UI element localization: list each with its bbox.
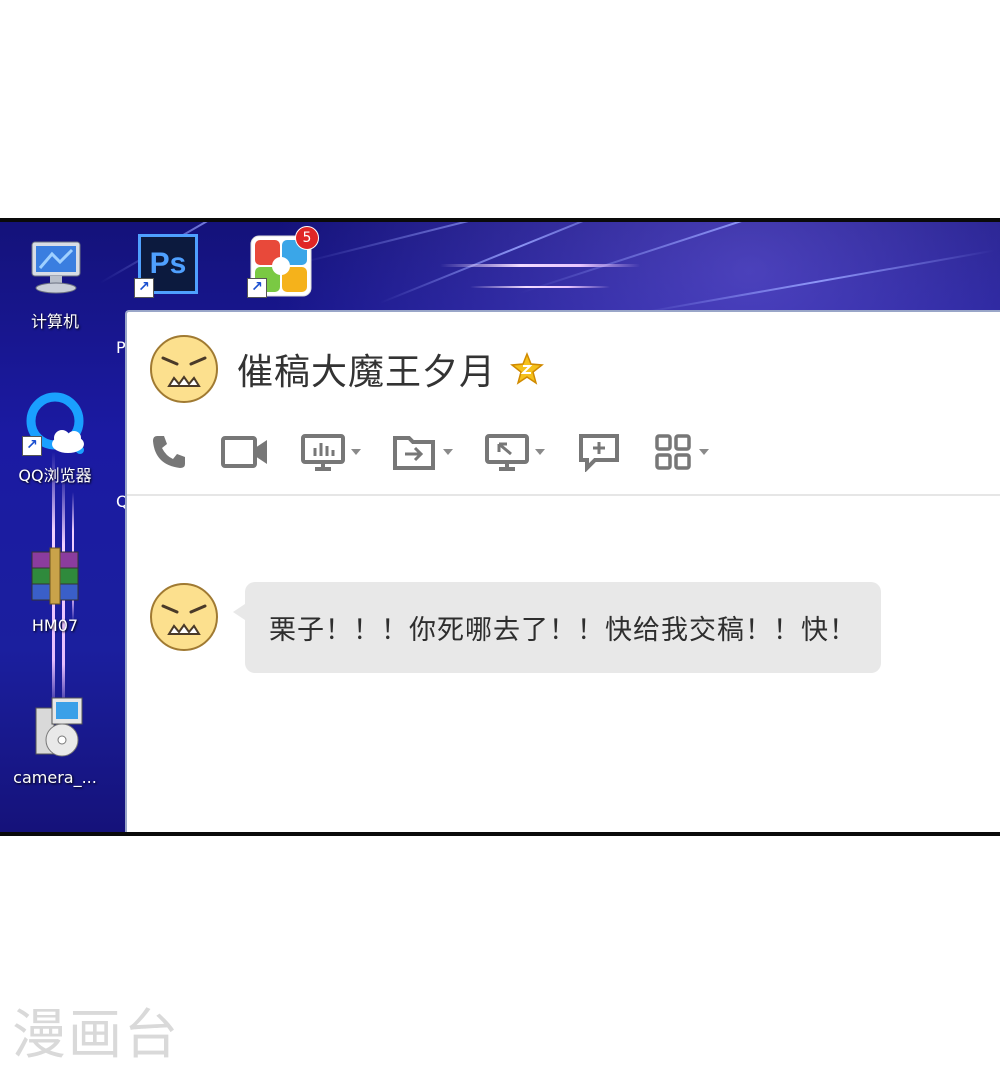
chevron-down-icon <box>699 449 709 455</box>
phone-icon <box>153 436 185 468</box>
photoshop-icon: Ps ↗ <box>134 232 200 298</box>
file-transfer-icon <box>393 436 435 470</box>
add-chat-button[interactable] <box>577 432 621 472</box>
speed-line <box>470 286 610 288</box>
winrar-icon <box>22 544 88 610</box>
desktop-icon-camera-installer[interactable]: camera_... <box>10 696 100 787</box>
remote-desktop-icon <box>485 434 529 471</box>
wallpaper-streak <box>299 222 786 264</box>
chevron-down-icon <box>535 449 545 455</box>
angry-face-avatar[interactable] <box>149 582 219 652</box>
share-screen-icon <box>301 434 345 471</box>
computer-icon <box>22 236 88 302</box>
desktop-icon-label: 计算机 <box>30 312 79 331</box>
more-apps-icon <box>655 434 691 470</box>
desktop-icon-winrar[interactable]: HM07 <box>10 544 100 635</box>
desktop-icon-label: camera_... <box>13 768 97 787</box>
chat-window: 催稿大魔王夕月 栗子！！！你死哪去了！！快给我交稿！！快！ <box>125 310 1000 832</box>
installer-icon <box>22 696 88 762</box>
qq-browser-icon: ↗ <box>22 390 88 456</box>
comic-panel: 计算机 Ps ↗ 5 ↗ P Q ↗ QQ浏览器 HM07 camera_...… <box>0 218 1000 836</box>
desktop-icon-app-store[interactable]: 5 ↗ <box>235 226 325 298</box>
chevron-down-icon <box>443 449 453 455</box>
video-button[interactable] <box>221 432 269 472</box>
shortcut-arrow-icon: ↗ <box>247 278 267 298</box>
shortcut-arrow-icon: ↗ <box>134 278 154 298</box>
file-transfer-button[interactable] <box>393 432 453 472</box>
wallpaper-streak <box>639 249 995 314</box>
toolbar-divider <box>127 494 1000 496</box>
angry-face-avatar[interactable] <box>149 334 219 404</box>
remote-desktop-button[interactable] <box>485 432 545 472</box>
desktop-icon-label: HM07 <box>31 616 79 635</box>
chat-toolbar <box>149 427 741 477</box>
message-row: 栗子！！！你死哪去了！！快给我交稿！！快！ <box>149 582 881 673</box>
star-badge-icon <box>510 352 544 385</box>
chat-header: 催稿大魔王夕月 <box>149 334 544 404</box>
notification-badge: 5 <box>295 226 319 250</box>
message-bubble: 栗子！！！你死哪去了！！快给我交稿！！快！ <box>233 582 881 673</box>
watermark: 漫画台 <box>12 1003 180 1066</box>
speed-line <box>440 264 640 267</box>
share-screen-button[interactable] <box>301 432 361 472</box>
desktop-icon-computer[interactable]: 计算机 <box>10 236 100 332</box>
add-chat-icon <box>579 434 619 472</box>
chat-title: 催稿大魔王夕月 <box>237 352 497 393</box>
chevron-down-icon <box>351 449 361 455</box>
more-apps-button[interactable] <box>653 432 709 472</box>
wallpaper-streak <box>519 222 977 294</box>
desktop-icon-label: QQ浏览器 <box>18 466 92 485</box>
desktop-icon-qq-browser[interactable]: ↗ QQ浏览器 <box>10 390 100 486</box>
shortcut-arrow-icon: ↗ <box>22 436 42 456</box>
desktop-icon-photoshop[interactable]: Ps ↗ <box>122 232 212 298</box>
video-icon <box>221 436 267 468</box>
app-store-icon: 5 ↗ <box>247 226 319 298</box>
phone-button[interactable] <box>149 432 189 472</box>
